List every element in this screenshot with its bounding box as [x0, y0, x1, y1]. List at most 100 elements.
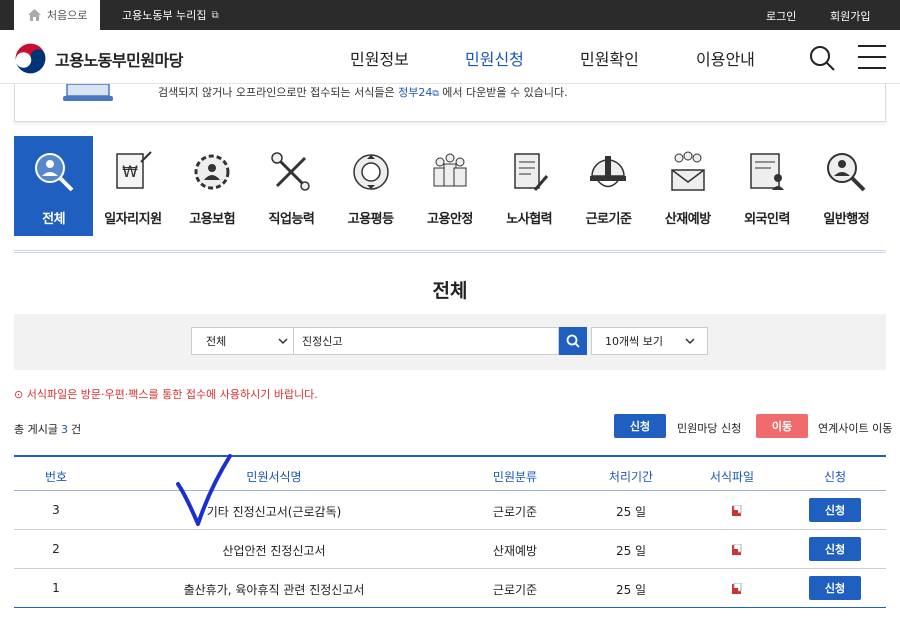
moel-portal-link[interactable]: 고용노동부 누리집 ⧉	[122, 0, 219, 30]
header-search-button[interactable]	[808, 44, 836, 76]
legend-apply-badge: 신청	[614, 414, 666, 438]
category-label: 노사협력	[506, 212, 553, 227]
row-number: 2	[52, 542, 60, 556]
site-header: 고용노동부민원마당 민원정보 민원신청 민원확인 이용안내	[0, 30, 900, 84]
table-row: 2 산업안전 진정신고서 산재예방 25 일 신청	[14, 530, 886, 569]
gear-person-icon	[194, 154, 230, 190]
file-download-icon[interactable]	[732, 505, 742, 516]
notice-text-after: 에서 다운받을 수 있습니다.	[438, 86, 568, 99]
chevron-down-icon	[685, 338, 695, 345]
search-icon	[810, 46, 835, 71]
category-general-admin[interactable]: 일반행정	[807, 136, 886, 236]
row-number: 3	[52, 503, 60, 517]
people-group-icon	[433, 153, 467, 187]
category-label: 고용안정	[427, 212, 473, 227]
category-employment-stability[interactable]: 고용안정	[410, 136, 489, 236]
category-label: 고용평등	[347, 212, 394, 227]
magnifier-person-icon	[34, 153, 74, 192]
category-foreign-workforce[interactable]: 외국인력	[727, 136, 806, 236]
tools-icon	[271, 152, 311, 191]
notice-text: 검색되지 않거나 오프라인으로만 접수되는 서식들은 정부24⧉ 에서 다운받을…	[158, 84, 568, 100]
search-panel: 전체 10개씩 보기	[14, 314, 886, 370]
row-period: 25 일	[615, 505, 647, 519]
category-label: 전체	[42, 212, 66, 227]
external-link-icon: ⧉	[211, 9, 219, 21]
category-label: 외국인력	[744, 212, 790, 227]
svg-text:₩: ₩	[122, 162, 138, 181]
apply-button[interactable]: 신청	[809, 537, 861, 561]
category-all[interactable]: 전체	[14, 136, 94, 236]
file-download-icon[interactable]	[732, 583, 742, 594]
search-input[interactable]	[293, 327, 559, 355]
category-employment-equality[interactable]: 고용평등	[331, 136, 410, 236]
row-form-name-link[interactable]: 산업안전 진정신고서	[222, 542, 325, 559]
category-label: 고용보험	[189, 212, 236, 227]
chevron-down-icon	[278, 338, 288, 345]
home-label: 처음으로	[47, 9, 88, 22]
taegeuk-logo-icon	[14, 42, 47, 75]
document-pen-icon	[514, 153, 549, 191]
equality-circle-icon	[352, 154, 389, 190]
file-download-icon[interactable]	[732, 544, 742, 555]
search-button[interactable]	[559, 327, 587, 355]
col-period: 처리기간	[608, 470, 654, 484]
login-link[interactable]: 로그인	[766, 8, 796, 24]
forms-table: 번호 민원서식명 민원분류 처리기간 서식파일 신청 3 기타 진정신고서(근로…	[14, 455, 886, 608]
divider	[14, 250, 886, 253]
gov24-link[interactable]: 정부24	[398, 86, 432, 99]
category-label: 일반행정	[823, 212, 870, 227]
legend-move-badge: 이동	[756, 414, 808, 438]
row-period: 25 일	[615, 583, 647, 597]
category-employment-insurance[interactable]: 고용보험	[173, 136, 252, 236]
all-menu-button[interactable]	[857, 44, 887, 74]
total-prefix: 총 게시글	[14, 423, 58, 436]
hamburger-icon	[858, 45, 886, 69]
notice-text-before: 검색되지 않거나 오프라인으로만 접수되는 서식들은	[158, 86, 399, 99]
search-icon	[566, 334, 580, 348]
nav-civil-check[interactable]: 민원확인	[580, 46, 639, 70]
table-row: 1 출산휴가, 육아휴직 관련 진정신고서 근로기준 25 일 신청	[14, 569, 886, 608]
col-apply: 신청	[823, 470, 847, 484]
category-label: 산재예방	[664, 212, 711, 227]
category-accident-prevention[interactable]: 산재예방	[648, 136, 727, 236]
row-category: 근로기준	[492, 505, 538, 519]
category-labor-standards[interactable]: 근로기준	[569, 136, 648, 236]
total-count: 총 게시글 3 건	[14, 421, 81, 437]
nav-civil-info[interactable]: 민원정보	[350, 46, 409, 70]
category-label: 일자리지원	[104, 212, 162, 227]
row-category: 산재예방	[492, 544, 538, 558]
portal-label: 고용노동부 누리집	[122, 9, 207, 22]
home-link[interactable]: 처음으로	[14, 0, 100, 30]
won-document-icon: ₩	[116, 151, 152, 189]
category-tabs: 전체 ₩ 일자리지원 고용보험 직업능력 고용평등 고용안정 노사협력 근로기준…	[14, 136, 886, 236]
category-job-support[interactable]: ₩ 일자리지원	[93, 136, 172, 236]
checkmark-annotation-icon	[176, 454, 232, 526]
category-vocational-skill[interactable]: 직업능력	[252, 136, 331, 236]
per-page-select[interactable]: 10개씩 보기	[591, 327, 708, 355]
category-label: 근로기준	[585, 212, 632, 227]
laptop-icon	[63, 84, 113, 101]
document-person-icon	[750, 153, 785, 190]
helmet-icon	[590, 156, 627, 188]
table-row: 3 기타 진정신고서(근로감독) 근로기준 25 일 신청	[14, 491, 886, 530]
nav-user-guide[interactable]: 이용안내	[696, 46, 755, 70]
join-link[interactable]: 회원가입	[830, 8, 870, 24]
apply-button[interactable]: 신청	[809, 498, 861, 522]
home-icon	[28, 9, 41, 21]
row-period: 25 일	[615, 544, 647, 558]
total-suffix: 건	[70, 423, 82, 436]
nav-civil-apply[interactable]: 민원신청	[465, 46, 524, 70]
row-form-name-link[interactable]: 출산휴가, 육아휴직 관련 진정신고서	[184, 581, 365, 598]
category-label: 직업능력	[268, 212, 315, 227]
site-logo[interactable]: 고용노동부민원마당	[14, 42, 183, 75]
row-category: 근로기준	[492, 583, 538, 597]
category-labor-cooperation[interactable]: 노사협력	[490, 136, 569, 236]
scope-select[interactable]: 전체	[191, 327, 301, 355]
col-number: 번호	[44, 470, 68, 484]
magnifier-person-icon	[827, 153, 866, 192]
apply-button[interactable]: 신청	[809, 576, 861, 600]
total-number: 3	[60, 423, 68, 436]
people-mail-icon	[671, 151, 705, 191]
row-number: 1	[52, 581, 60, 595]
top-utility-bar: 처음으로 고용노동부 누리집 ⧉ 로그인 회원가입	[0, 0, 900, 30]
